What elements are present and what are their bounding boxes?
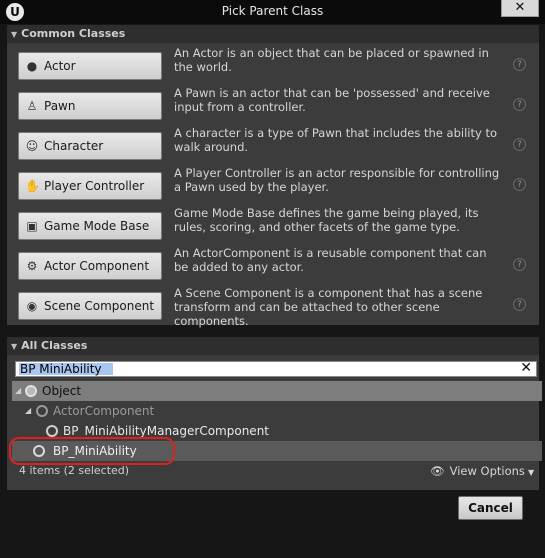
common-class-row-actor-component: ⚙ Actor Component An ActorComponent is a… (7, 246, 539, 289)
actor-icon: ● (26, 59, 38, 73)
chevron-down-icon: ▼ (527, 468, 535, 477)
view-options-button[interactable]: 👁 View Options ▼ (430, 464, 534, 478)
all-classes-panel: ▼ All Classes ✕ ◢ Object ◢ ActorComponent… (7, 337, 542, 490)
help-icon[interactable]: ? (513, 178, 526, 191)
highlight-annotation (9, 437, 175, 465)
expand-arrow-icon[interactable]: ◢ (25, 401, 31, 421)
actor-class-button[interactable]: ● Actor (18, 52, 162, 80)
title-bar: U Pick Parent Class ✕ (0, 0, 545, 24)
character-icon: ☺ (25, 139, 39, 153)
scene-component-class-description: A Scene Component is a component that ha… (174, 286, 483, 328)
actor-component-class-button[interactable]: ⚙ Actor Component (18, 252, 162, 280)
eye-icon: 👁 (430, 464, 445, 478)
actor-component-class-icon (36, 405, 48, 417)
common-classes-panel: ▼ Common Classes ● Actor An Actor is an o… (7, 25, 539, 328)
common-class-row-pawn: ♙ Pawn A Pawn is an actor that can be 'p… (7, 86, 539, 129)
object-class-icon (25, 385, 37, 397)
tree-row-actor-component[interactable]: ◢ ActorComponent (12, 401, 542, 421)
common-class-row-actor: ● Actor An Actor is an object that can b… (7, 46, 539, 89)
cancel-button[interactable]: Cancel (458, 496, 523, 520)
player-controller-class-button[interactable]: ✋ Player Controller (18, 172, 162, 200)
actor-component-icon: ⚙ (26, 259, 38, 273)
expand-arrow-icon[interactable]: ◢ (15, 381, 21, 401)
common-classes-title: Common Classes (21, 27, 126, 40)
game-mode-base-class-label: Game Mode Base (44, 219, 150, 233)
collapse-arrow-icon[interactable]: ▼ (11, 342, 17, 351)
manager-component-class-icon (46, 425, 58, 437)
class-search-input[interactable] (20, 362, 500, 376)
help-icon[interactable]: ? (513, 138, 526, 151)
actor-component-class-label: Actor Component (44, 259, 150, 273)
class-search-box[interactable]: ✕ (15, 360, 537, 377)
common-classes-header[interactable]: ▼ Common Classes (7, 25, 539, 43)
game-mode-icon: ▣ (26, 219, 38, 233)
player-controller-class-description: A Player Controller is an actor responsi… (174, 166, 500, 194)
scene-component-class-label: Scene Component (44, 299, 155, 313)
character-class-description: A character is a type of Pawn that inclu… (174, 126, 497, 154)
actor-class-label: Actor (44, 59, 76, 73)
common-class-row-player-controller: ✋ Player Controller A Player Controller … (7, 166, 539, 209)
collapse-arrow-icon[interactable]: ▼ (11, 30, 17, 39)
scene-component-class-button[interactable]: ◉ Scene Component (18, 292, 162, 320)
common-class-row-scene-component: ◉ Scene Component A Scene Component is a… (7, 286, 539, 329)
tree-row-object[interactable]: ◢ Object (12, 381, 542, 401)
tree-label-actor-component: ActorComponent (53, 404, 155, 418)
game-mode-base-class-button[interactable]: ▣ Game Mode Base (18, 212, 162, 240)
common-class-row-character: ☺ Character A character is a type of Paw… (7, 126, 539, 169)
scene-component-icon: ◉ (26, 299, 38, 313)
all-classes-title: All Classes (21, 339, 88, 352)
tree-label-object: Object (42, 384, 82, 398)
player-controller-class-label: Player Controller (44, 179, 145, 193)
player-controller-icon: ✋ (25, 179, 40, 193)
help-icon[interactable]: ? (513, 98, 526, 111)
character-class-button[interactable]: ☺ Character (18, 132, 162, 160)
close-button[interactable]: ✕ (501, 0, 539, 17)
view-options-label: View Options (449, 464, 525, 478)
pawn-class-label: Pawn (44, 99, 76, 113)
help-icon[interactable]: ? (513, 298, 526, 311)
window-title: Pick Parent Class (221, 4, 324, 18)
help-icon[interactable]: ? (513, 58, 526, 71)
actor-class-description: An Actor is an object that can be placed… (174, 46, 489, 74)
pawn-class-button[interactable]: ♙ Pawn (18, 92, 162, 120)
actor-component-class-description: An ActorComponent is a reusable componen… (174, 246, 487, 274)
pawn-icon: ♙ (26, 99, 38, 113)
common-class-row-game-mode: ▣ Game Mode Base Game Mode Base defines … (7, 206, 539, 249)
character-class-label: Character (44, 139, 104, 153)
help-icon[interactable]: ? (513, 258, 526, 271)
item-count-label: 4 items (2 selected) (19, 464, 130, 477)
all-classes-header[interactable]: ▼ All Classes (7, 337, 539, 355)
pawn-class-description: A Pawn is an actor that can be 'possesse… (174, 86, 490, 114)
game-mode-base-class-description: Game Mode Base defines the game being pl… (174, 206, 479, 234)
clear-search-icon[interactable]: ✕ (520, 360, 532, 376)
